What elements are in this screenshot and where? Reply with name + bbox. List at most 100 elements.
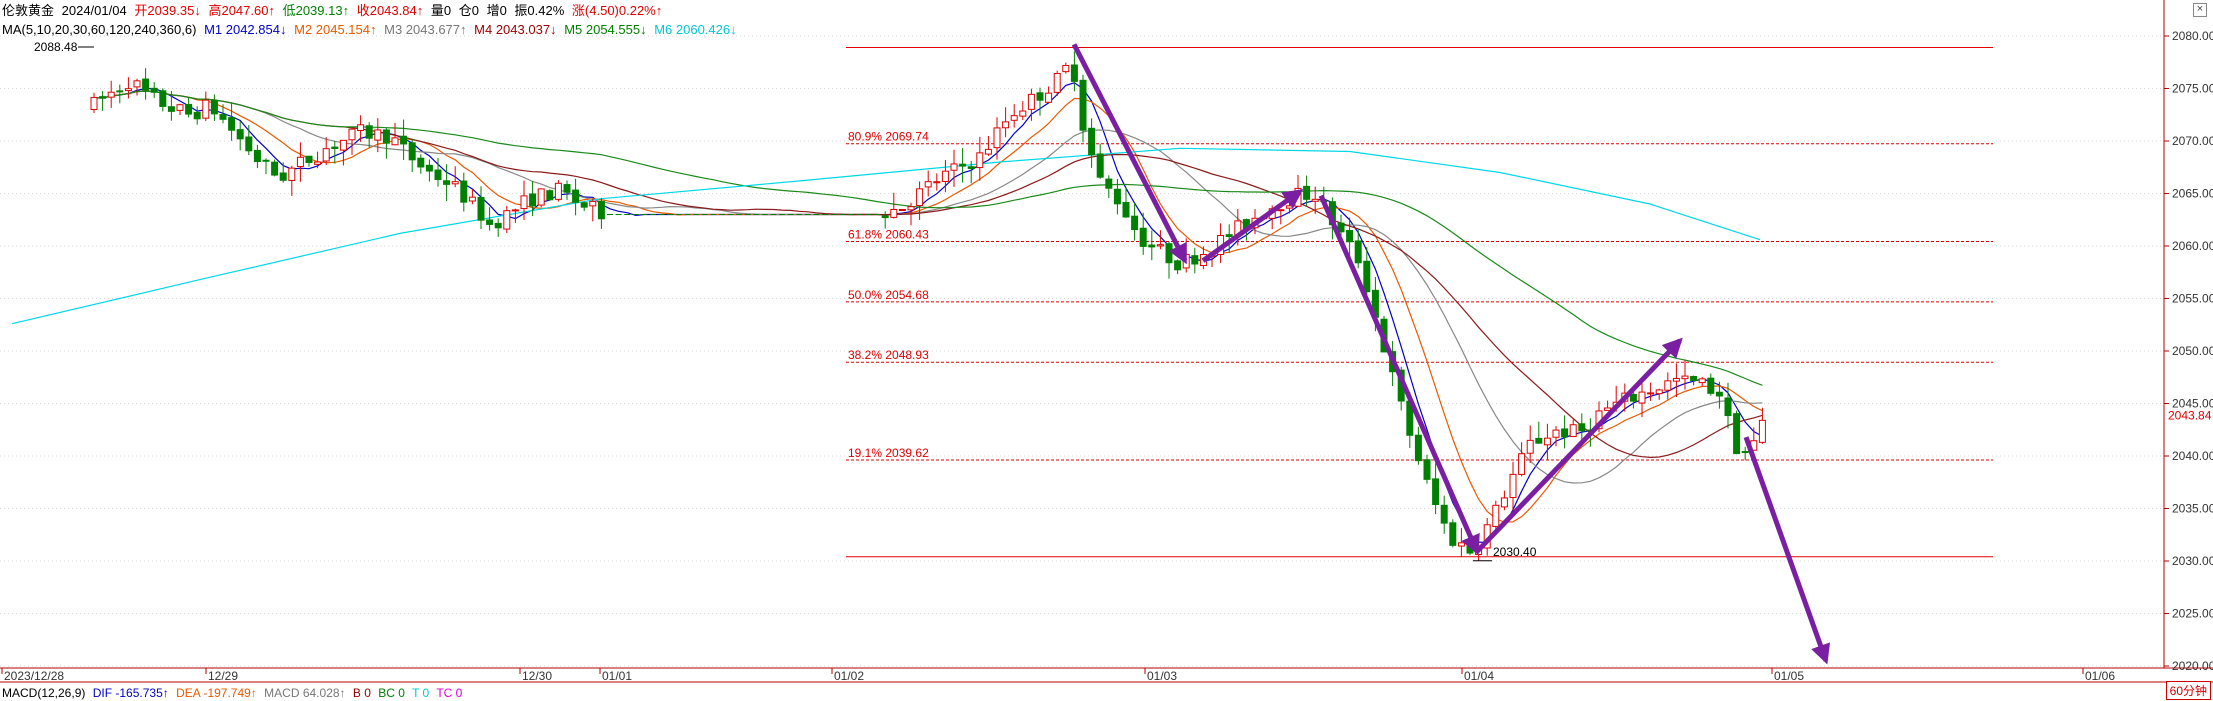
candle-body [1518, 453, 1526, 475]
candle-body [1105, 178, 1113, 189]
candle-body [563, 184, 571, 193]
candle-body [1088, 127, 1096, 156]
candle-body [976, 152, 984, 169]
candle-body [1113, 188, 1121, 205]
candle-body [898, 208, 906, 211]
low-extreme-label: 2030.40 [1493, 545, 1537, 559]
trend-arrows [1071, 43, 1831, 665]
candle-body [1664, 380, 1672, 391]
candle-body [365, 125, 373, 139]
candle-body [1698, 378, 1706, 384]
candle-body [1561, 428, 1569, 438]
candle-body [1509, 473, 1517, 498]
macd-bc: BC 0 [378, 686, 405, 700]
candle-body [959, 163, 967, 167]
candle-body [116, 90, 124, 93]
candle-body [589, 200, 597, 207]
candle-body [99, 96, 107, 99]
price-chart[interactable]: 2080.00 2075.00 2070.00 2065.00 2060.00 2055.… [0, 0, 2213, 700]
candle-body [288, 167, 296, 181]
candle-body [1449, 522, 1457, 546]
candle-body [374, 129, 382, 141]
last-price-label: 2043.84 [2168, 409, 2212, 423]
candle-body [1638, 391, 1646, 404]
candle-body [511, 209, 519, 212]
macd-t: T 0 [412, 686, 430, 700]
candle-body [1526, 439, 1534, 454]
candle-body [1010, 115, 1018, 121]
moving-averages [11, 82, 1763, 544]
candle-body [477, 196, 485, 221]
candle-body [1277, 209, 1285, 212]
fib-label: 38.2% 2048.93 [848, 348, 929, 362]
time-axis: 2023/12/28 12/29 12/30 01/01 01/02 01/03 01/04… [1, 668, 2115, 683]
candle-body [468, 196, 476, 202]
candle-body [916, 188, 924, 207]
candle-body [1036, 92, 1044, 101]
candle-body [529, 193, 537, 207]
y-tick-label: 2035.00 [2172, 502, 2213, 516]
candle-body [554, 182, 562, 200]
trend-arrow [1743, 436, 1831, 665]
candle-body [572, 189, 580, 203]
candle-body [1733, 413, 1741, 455]
candle-body [124, 88, 132, 92]
x-tick-label: 12/30 [522, 669, 552, 683]
fib-label: 19.1% 2039.62 [848, 446, 929, 460]
candle-body [537, 188, 545, 206]
candle-body [580, 202, 588, 208]
y-tick-label: 2050.00 [2172, 344, 2213, 358]
candle-body [400, 135, 408, 145]
candle-body [425, 164, 433, 172]
y-tick-label: 2055.00 [2172, 292, 2213, 306]
y-tick-label: 2080.00 [2172, 29, 2213, 43]
candle-body [142, 78, 150, 91]
candle-body [348, 128, 356, 141]
candle-body [1672, 378, 1680, 382]
candle-body [1423, 459, 1431, 480]
candle-body [520, 195, 528, 210]
candle-body [228, 117, 236, 131]
candle-body [1414, 434, 1422, 462]
candle-body [408, 142, 416, 161]
candle-body [357, 124, 365, 131]
candle-body [494, 222, 502, 229]
candle-body [296, 156, 304, 168]
candle-body [1002, 121, 1010, 129]
y-tick-label: 2025.00 [2172, 607, 2213, 621]
candle-body [1707, 377, 1715, 394]
period-selector[interactable]: 60分钟 [2165, 681, 2211, 700]
fib-label: 61.8% 2060.43 [848, 227, 929, 241]
candle-body [1027, 93, 1035, 110]
candle-body [279, 172, 287, 181]
candle-body [881, 215, 889, 219]
macd-tc: TC 0 [436, 686, 463, 700]
candle-body [159, 90, 167, 107]
candle-body [1062, 65, 1070, 73]
candle-body [1715, 391, 1723, 397]
candle-body [1647, 392, 1655, 395]
candle-body [1045, 92, 1053, 103]
candle-body [1285, 205, 1293, 209]
fib-label: 80.9% 2069.74 [848, 130, 929, 144]
candle-body [202, 99, 210, 119]
candle-body [941, 170, 949, 182]
candle-body [1096, 153, 1104, 178]
candle-body [1191, 255, 1199, 265]
y-tick-label: 2040.00 [2172, 449, 2213, 463]
candle-body [417, 157, 425, 168]
candle-body [262, 159, 270, 162]
candle-body [1432, 478, 1440, 506]
candle-body [1174, 260, 1182, 271]
x-tick-label: 12/29 [208, 669, 238, 683]
y-tick-label: 2020.00 [2172, 659, 2213, 673]
macd-dif: DIF -165.735↑ [92, 686, 169, 700]
candle-body [1079, 79, 1087, 131]
candle-body [150, 87, 158, 93]
candle-body [167, 106, 175, 112]
candle-body [1500, 497, 1508, 508]
ma-line-m1 [93, 82, 1763, 544]
candle-body [391, 137, 399, 146]
candle-body [1354, 240, 1362, 264]
candle-body [933, 181, 941, 184]
